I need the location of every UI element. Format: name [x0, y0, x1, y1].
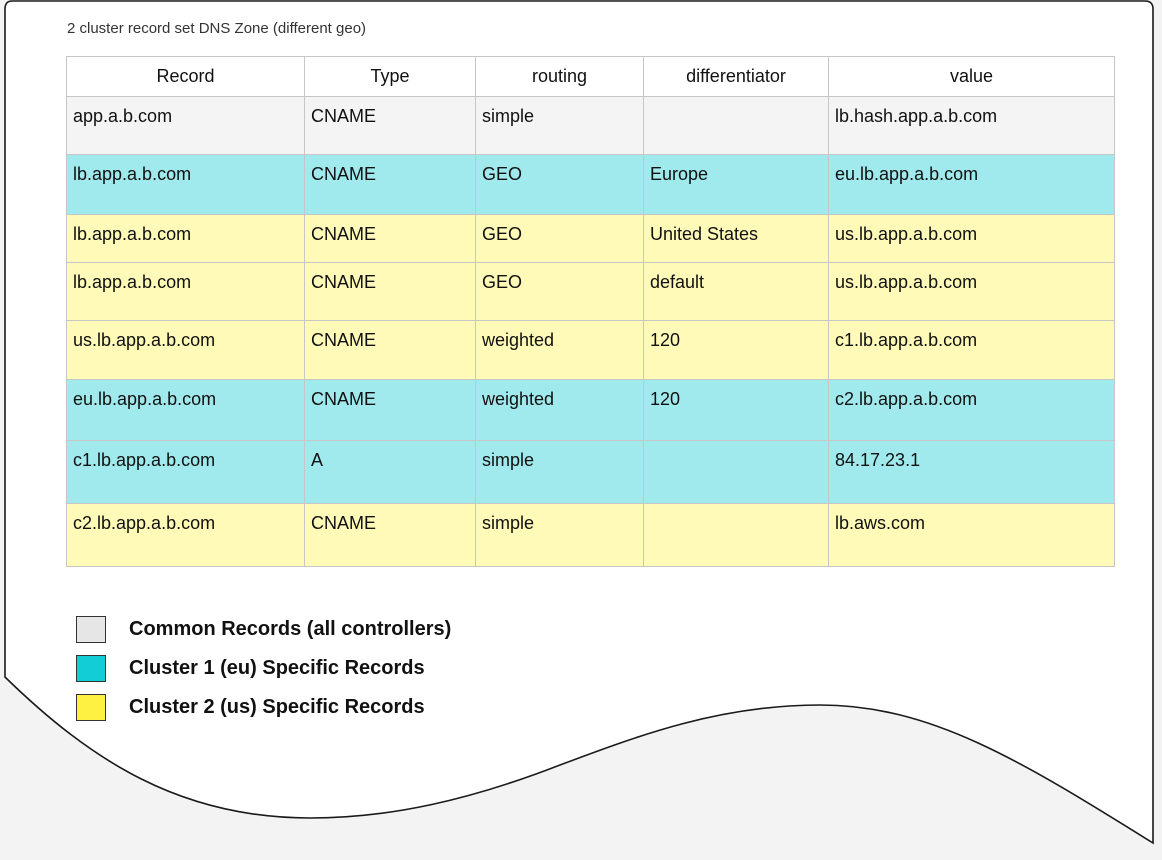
- legend-label-common: Common Records (all controllers): [129, 617, 452, 640]
- cell-routing: GEO: [475, 214, 644, 263]
- legend-swatch-common: [76, 615, 106, 643]
- legend-item-cluster-2: Cluster 2 (us) Specific Records: [76, 687, 451, 727]
- table-row: c1.lb.app.a.b.com A simple 84.17.23.1: [66, 440, 1115, 504]
- cell-value: us.lb.app.a.b.com: [828, 262, 1115, 321]
- cell-type: CNAME: [304, 503, 476, 567]
- cell-value: eu.lb.app.a.b.com: [828, 154, 1115, 215]
- cell-routing: GEO: [475, 262, 644, 321]
- cell-differentiator: default: [643, 262, 829, 321]
- cell-record: lb.app.a.b.com: [66, 262, 305, 321]
- cell-routing: GEO: [475, 154, 644, 215]
- legend-item-cluster-1: Cluster 1 (eu) Specific Records: [76, 648, 451, 688]
- table-row: lb.app.a.b.com CNAME GEO United States u…: [66, 214, 1115, 263]
- cell-routing: weighted: [475, 320, 644, 380]
- table-row: c2.lb.app.a.b.com CNAME simple lb.aws.co…: [66, 503, 1115, 567]
- cell-differentiator: Europe: [643, 154, 829, 215]
- cell-value: lb.hash.app.a.b.com: [828, 96, 1115, 155]
- cell-routing: simple: [475, 440, 644, 504]
- cell-record: lb.app.a.b.com: [66, 154, 305, 215]
- cell-routing: weighted: [475, 379, 644, 441]
- cell-differentiator: United States: [643, 214, 829, 263]
- legend: Common Records (all controllers) Cluster…: [76, 610, 451, 727]
- cell-value: lb.aws.com: [828, 503, 1115, 567]
- cell-type: CNAME: [304, 262, 476, 321]
- table-row: app.a.b.com CNAME simple lb.hash.app.a.b…: [66, 96, 1115, 155]
- cell-routing: simple: [475, 503, 644, 567]
- table-header-row: Record Type routing differentiator value: [66, 56, 1115, 97]
- header-differentiator: differentiator: [643, 56, 829, 97]
- cell-type: CNAME: [304, 214, 476, 263]
- cell-type: CNAME: [304, 96, 476, 155]
- cell-type: CNAME: [304, 379, 476, 441]
- cell-record: c1.lb.app.a.b.com: [66, 440, 305, 504]
- legend-label-cluster-2: Cluster 2 (us) Specific Records: [129, 695, 425, 718]
- cell-record: c2.lb.app.a.b.com: [66, 503, 305, 567]
- header-routing: routing: [475, 56, 644, 97]
- header-type: Type: [304, 56, 476, 97]
- cell-value: c2.lb.app.a.b.com: [828, 379, 1115, 441]
- table-row: us.lb.app.a.b.com CNAME weighted 120 c1.…: [66, 320, 1115, 380]
- cell-record: us.lb.app.a.b.com: [66, 320, 305, 380]
- cell-differentiator: [643, 440, 829, 504]
- cell-differentiator: 120: [643, 320, 829, 380]
- cell-record: eu.lb.app.a.b.com: [66, 379, 305, 441]
- cell-differentiator: [643, 96, 829, 155]
- legend-label-cluster-1: Cluster 1 (eu) Specific Records: [129, 656, 425, 679]
- table-row: eu.lb.app.a.b.com CNAME weighted 120 c2.…: [66, 379, 1115, 441]
- cell-differentiator: [643, 503, 829, 567]
- legend-swatch-cluster-1: [76, 654, 106, 682]
- cell-routing: simple: [475, 96, 644, 155]
- header-record: Record: [66, 56, 305, 97]
- diagram-caption: 2 cluster record set DNS Zone (different…: [67, 20, 367, 37]
- header-value: value: [828, 56, 1115, 97]
- table-row: lb.app.a.b.com CNAME GEO Europe eu.lb.ap…: [66, 154, 1115, 215]
- legend-item-common: Common Records (all controllers): [76, 609, 451, 649]
- dns-record-table: Record Type routing differentiator value…: [66, 56, 1115, 567]
- cell-value: 84.17.23.1: [828, 440, 1115, 504]
- cell-type: A: [304, 440, 476, 504]
- cell-record: app.a.b.com: [66, 96, 305, 155]
- legend-swatch-cluster-2: [76, 693, 106, 721]
- cell-value: us.lb.app.a.b.com: [828, 214, 1115, 263]
- cell-record: lb.app.a.b.com: [66, 214, 305, 263]
- cell-differentiator: 120: [643, 379, 829, 441]
- cell-value: c1.lb.app.a.b.com: [828, 320, 1115, 380]
- cell-type: CNAME: [304, 320, 476, 380]
- table-row: lb.app.a.b.com CNAME GEO default us.lb.a…: [66, 262, 1115, 321]
- cell-type: CNAME: [304, 154, 476, 215]
